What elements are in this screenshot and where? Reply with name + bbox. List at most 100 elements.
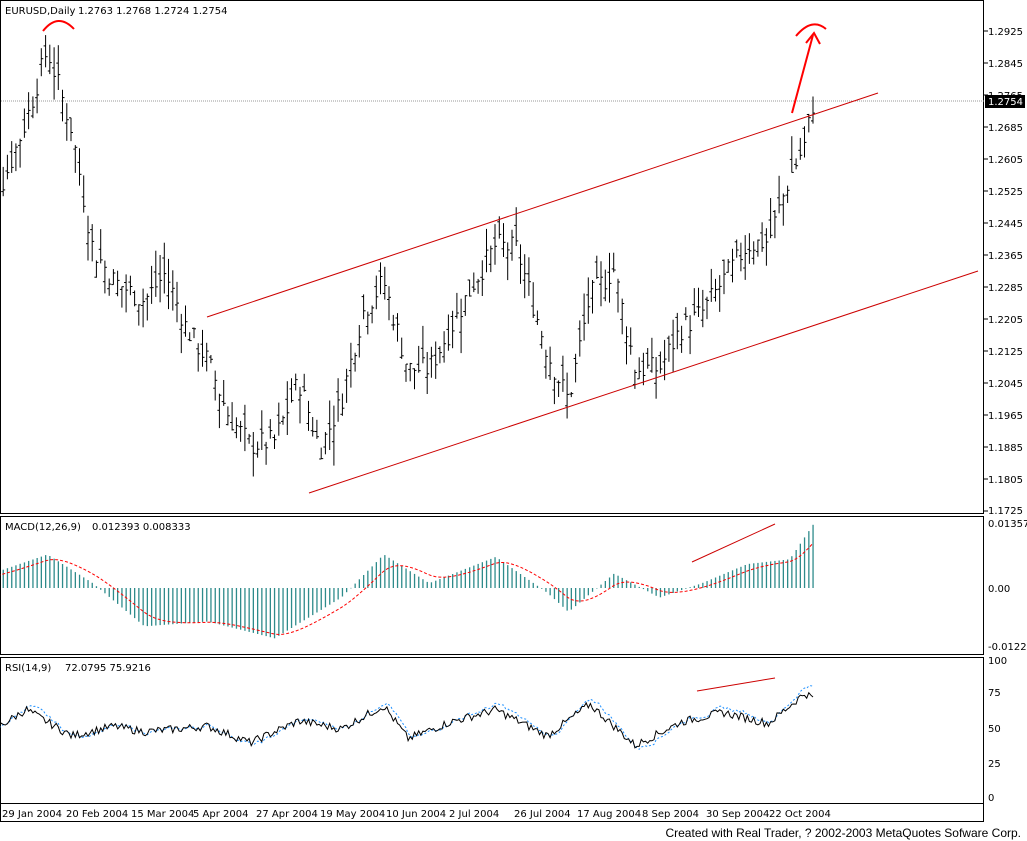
macd-bar	[290, 588, 293, 628]
macd-bar	[464, 568, 466, 588]
macd-bar	[155, 588, 157, 626]
macd-bar	[507, 565, 509, 588]
macd-bar	[498, 559, 500, 588]
macd-bar	[727, 572, 729, 588]
macd-bar	[469, 567, 471, 588]
price-tick-label: 1.1965	[988, 411, 1023, 422]
macd-bar	[312, 588, 314, 616]
macd-bar	[108, 588, 110, 597]
macd-bar	[337, 588, 339, 600]
macd-bar	[121, 588, 123, 608]
macd-bar	[265, 588, 267, 637]
macd-bar	[812, 524, 814, 588]
macd-bar	[392, 560, 394, 588]
macd-bar	[197, 588, 199, 623]
macd-bar	[608, 577, 611, 588]
macd-bar	[125, 588, 127, 611]
macd-bar	[519, 574, 522, 588]
macd-bar	[528, 579, 530, 588]
macd-bar	[172, 588, 174, 625]
macd-bar	[299, 588, 301, 623]
date-label: 8 Sep 2004	[642, 809, 699, 820]
macd-bar	[324, 588, 327, 608]
macd-bar	[736, 568, 738, 588]
macd-bar	[282, 588, 284, 634]
macd-tick-label: 0.01357	[988, 519, 1027, 530]
macd-bar	[604, 581, 606, 588]
main-panel-symbol: EURUSD,Daily	[5, 6, 76, 17]
macd-bar	[346, 588, 348, 593]
macd-bar	[549, 588, 551, 596]
rsi-tick-label: 50	[988, 724, 1001, 735]
macd-bar	[379, 557, 382, 588]
macd-bar	[91, 582, 93, 588]
macd-bar	[689, 587, 691, 588]
macd-bar	[638, 586, 640, 588]
macd-bar	[320, 588, 322, 610]
macd-bar	[418, 576, 420, 588]
macd-bar	[795, 550, 797, 588]
macd-bar	[218, 588, 221, 625]
macd-tick-label: -0.0122	[988, 642, 1027, 653]
date-label: 19 May 2004	[320, 809, 385, 820]
macd-bar	[494, 557, 496, 588]
macd-bar	[146, 588, 148, 627]
macd-bar	[316, 588, 318, 613]
macd-bar	[401, 565, 403, 588]
macd-bar	[676, 588, 678, 592]
macd-bar	[659, 588, 662, 598]
macd-bar	[774, 560, 776, 588]
macd-bar	[163, 588, 165, 625]
macd-bar	[231, 588, 233, 628]
macd-bar	[138, 588, 140, 622]
macd-bar	[214, 588, 216, 624]
rsi-tick-label: 100	[988, 656, 1007, 667]
macd-bar	[350, 587, 352, 589]
macd-bar	[354, 583, 356, 588]
macd-bar	[447, 575, 450, 588]
macd-bar	[184, 588, 187, 624]
footer: Created with Real Trader, ? 2002-2003 Me…	[0, 822, 1027, 841]
macd-bar	[634, 584, 636, 588]
macd-bar	[206, 588, 208, 622]
date-label: 30 Sep 2004	[706, 809, 769, 820]
date-label: 2 Jul 2004	[449, 809, 499, 820]
price-tick-label: 1.2125	[988, 347, 1023, 358]
macd-bar	[617, 575, 619, 588]
macd-bar	[240, 588, 242, 630]
macd-bar	[710, 579, 712, 588]
macd-bar	[87, 580, 89, 588]
macd-bar	[532, 582, 534, 588]
macd-bar	[591, 588, 594, 592]
macd-bar	[642, 588, 645, 590]
macd-bar	[413, 573, 416, 588]
macd-bar	[473, 565, 475, 588]
main-panel-frame	[0, 0, 984, 514]
macd-bar	[490, 558, 492, 588]
date-label: 15 Mar 2004	[131, 809, 194, 820]
macd-bar	[731, 570, 734, 588]
macd-bar	[11, 566, 13, 588]
macd-bar	[515, 571, 517, 588]
macd-bar	[176, 588, 178, 624]
price-tick-label: 1.2445	[988, 219, 1023, 230]
macd-panel-frame	[0, 516, 984, 655]
macd-bar	[553, 588, 556, 600]
rsi-tick-label: 25	[988, 759, 1001, 770]
macd-bar	[693, 585, 695, 588]
price-tick-label: 1.2525	[988, 187, 1023, 198]
macd-bar	[49, 556, 51, 588]
macd-bar	[278, 588, 280, 636]
macd-bar	[426, 581, 428, 588]
macd-panel-name: MACD(12,26,9)	[5, 522, 81, 533]
macd-bar	[19, 563, 21, 588]
macd-bar	[53, 558, 55, 588]
macd-bar	[744, 565, 746, 588]
macd-bar	[189, 588, 191, 623]
macd-bar	[167, 588, 170, 625]
price-tick-label: 1.1885	[988, 443, 1023, 454]
current-price-label: 1.2754	[988, 97, 1023, 108]
macd-bar	[596, 588, 598, 589]
macd-bar	[61, 564, 64, 588]
rsi-tick-label: 75	[988, 688, 1001, 699]
